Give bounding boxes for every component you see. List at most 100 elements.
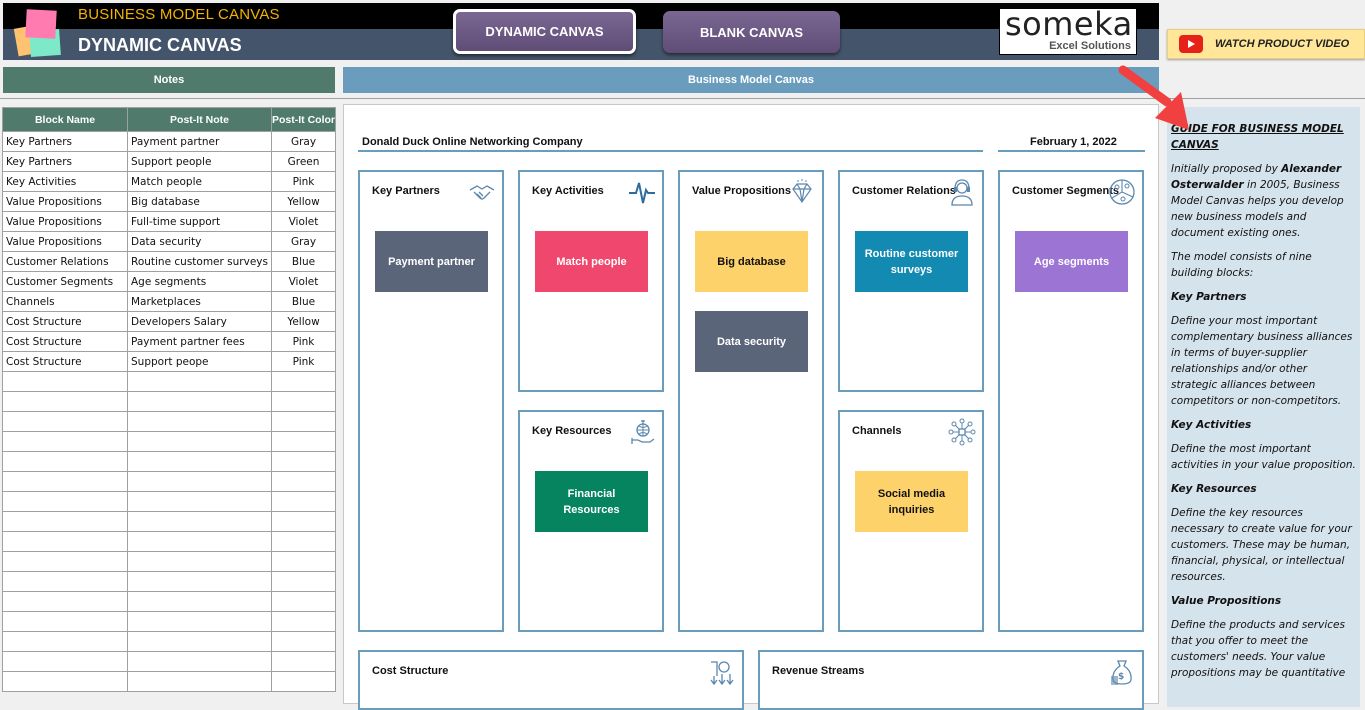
empty-cell[interactable] xyxy=(127,571,272,592)
empty-cell[interactable] xyxy=(2,531,128,552)
empty-cell[interactable] xyxy=(271,551,336,572)
empty-cell[interactable] xyxy=(2,471,128,492)
empty-cell[interactable] xyxy=(127,491,272,512)
block-name-cell[interactable]: Value Propositions xyxy=(2,211,128,232)
post-it-color-cell[interactable]: Violet xyxy=(271,211,336,232)
empty-cell[interactable] xyxy=(127,551,272,572)
empty-cell[interactable] xyxy=(127,531,272,552)
post-it-note-cell[interactable]: Routine customer surveys xyxy=(127,251,272,272)
post-it-color-cell[interactable]: Blue xyxy=(271,291,336,312)
post-it-note[interactable]: Match people xyxy=(535,231,648,292)
empty-cell[interactable] xyxy=(271,431,336,452)
empty-cell[interactable] xyxy=(271,411,336,432)
post-it-note-cell[interactable]: Support people xyxy=(127,151,272,172)
empty-cell[interactable] xyxy=(127,511,272,532)
block-value-propositions: Value Propositions Big database Data secur… xyxy=(678,170,824,632)
empty-cell[interactable] xyxy=(2,591,128,612)
post-it-color-cell[interactable]: Gray xyxy=(271,131,336,152)
empty-table-row xyxy=(2,651,336,672)
post-it-color-cell[interactable]: Yellow xyxy=(271,311,336,332)
empty-cell[interactable] xyxy=(2,511,128,532)
empty-cell[interactable] xyxy=(271,531,336,552)
block-name-cell[interactable]: Value Propositions xyxy=(2,191,128,212)
empty-cell[interactable] xyxy=(127,431,272,452)
company-name[interactable]: Donald Duck Online Networking Company xyxy=(362,136,583,148)
empty-cell[interactable] xyxy=(2,391,128,412)
empty-cell[interactable] xyxy=(127,391,272,412)
empty-cell[interactable] xyxy=(271,391,336,412)
post-it-note[interactable]: Routine customer surveys xyxy=(855,231,968,292)
post-it-note-cell[interactable]: Big database xyxy=(127,191,272,212)
empty-cell[interactable] xyxy=(2,671,128,692)
empty-cell[interactable] xyxy=(2,651,128,672)
watch-video-button[interactable]: WATCH PRODUCT VIDEO xyxy=(1167,29,1365,59)
empty-cell[interactable] xyxy=(127,371,272,392)
post-it-note[interactable]: Social media inquiries xyxy=(855,471,968,532)
post-it-color-cell[interactable]: Blue xyxy=(271,251,336,272)
post-it-note-cell[interactable]: Age segments xyxy=(127,271,272,292)
dynamic-canvas-button[interactable]: DYNAMIC CANVAS xyxy=(453,9,636,54)
post-it-note-cell[interactable]: Marketplaces xyxy=(127,291,272,312)
empty-cell[interactable] xyxy=(271,371,336,392)
empty-cell[interactable] xyxy=(2,571,128,592)
empty-cell[interactable] xyxy=(127,451,272,472)
blank-canvas-button[interactable]: BLANK CANVAS xyxy=(663,11,840,53)
post-it-note-cell[interactable]: Developers Salary xyxy=(127,311,272,332)
post-it-note-cell[interactable]: Payment partner xyxy=(127,131,272,152)
post-it-note-cell[interactable]: Full-time support xyxy=(127,211,272,232)
block-name-cell[interactable]: Channels xyxy=(2,291,128,312)
post-it-note[interactable]: Age segments xyxy=(1015,231,1128,292)
empty-cell[interactable] xyxy=(127,611,272,632)
empty-cell[interactable] xyxy=(127,411,272,432)
post-it-color-cell[interactable]: Pink xyxy=(271,171,336,192)
empty-cell[interactable] xyxy=(271,651,336,672)
post-it-note[interactable]: Financial Resources xyxy=(535,471,648,532)
empty-cell[interactable] xyxy=(127,471,272,492)
empty-cell[interactable] xyxy=(271,671,336,692)
block-name-cell[interactable]: Key Activities xyxy=(2,171,128,192)
empty-cell[interactable] xyxy=(2,611,128,632)
empty-cell[interactable] xyxy=(2,451,128,472)
block-name-cell[interactable]: Key Partners xyxy=(2,131,128,152)
canvas-date[interactable]: February 1, 2022 xyxy=(1030,136,1117,148)
block-name-cell[interactable]: Customer Relations xyxy=(2,251,128,272)
empty-cell[interactable] xyxy=(2,371,128,392)
empty-cell[interactable] xyxy=(271,591,336,612)
post-it-color-cell[interactable]: Pink xyxy=(271,331,336,352)
post-it-color-cell[interactable]: Pink xyxy=(271,351,336,372)
post-it-note-cell[interactable]: Match people xyxy=(127,171,272,192)
block-name-cell[interactable]: Cost Structure xyxy=(2,351,128,372)
empty-cell[interactable] xyxy=(127,631,272,652)
someka-logo[interactable]: someka Excel Solutions xyxy=(999,5,1137,55)
empty-cell[interactable] xyxy=(271,611,336,632)
block-name-cell[interactable]: Value Propositions xyxy=(2,231,128,252)
empty-cell[interactable] xyxy=(271,471,336,492)
post-it-note[interactable]: Big database xyxy=(695,231,808,292)
empty-cell[interactable] xyxy=(2,551,128,572)
empty-cell[interactable] xyxy=(271,631,336,652)
empty-cell[interactable] xyxy=(271,491,336,512)
empty-cell[interactable] xyxy=(2,631,128,652)
block-name-cell[interactable]: Cost Structure xyxy=(2,331,128,352)
empty-cell[interactable] xyxy=(127,651,272,672)
post-it-color-cell[interactable]: Violet xyxy=(271,271,336,292)
block-name-cell[interactable]: Customer Segments xyxy=(2,271,128,292)
block-name-cell[interactable]: Cost Structure xyxy=(2,311,128,332)
post-it-note-cell[interactable]: Data security xyxy=(127,231,272,252)
post-it-note-cell[interactable]: Payment partner fees xyxy=(127,331,272,352)
empty-cell[interactable] xyxy=(127,591,272,612)
empty-cell[interactable] xyxy=(2,411,128,432)
empty-cell[interactable] xyxy=(127,671,272,692)
post-it-color-cell[interactable]: Yellow xyxy=(271,191,336,212)
empty-cell[interactable] xyxy=(271,511,336,532)
empty-cell[interactable] xyxy=(2,491,128,512)
post-it-note-cell[interactable]: Support peope xyxy=(127,351,272,372)
empty-cell[interactable] xyxy=(2,431,128,452)
empty-cell[interactable] xyxy=(271,571,336,592)
post-it-note[interactable]: Data security xyxy=(695,311,808,372)
post-it-color-cell[interactable]: Green xyxy=(271,151,336,172)
empty-cell[interactable] xyxy=(271,451,336,472)
post-it-note[interactable]: Payment partner xyxy=(375,231,488,292)
block-name-cell[interactable]: Key Partners xyxy=(2,151,128,172)
post-it-color-cell[interactable]: Gray xyxy=(271,231,336,252)
